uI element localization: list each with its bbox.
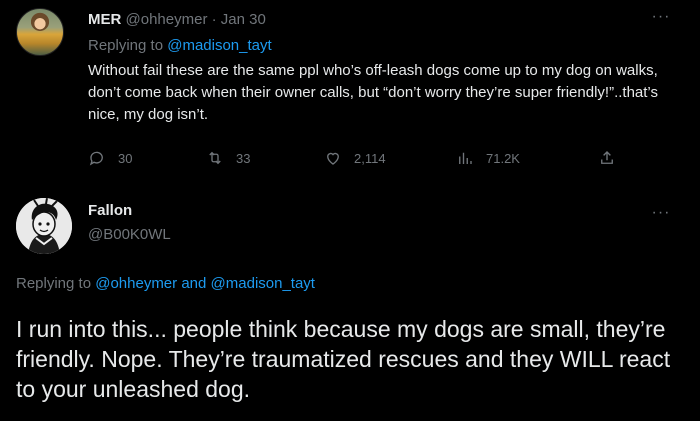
like-button[interactable]: 2,114 xyxy=(324,146,386,170)
reply-icon xyxy=(89,151,103,166)
reply-count: 30 xyxy=(118,150,133,166)
more-horizontal-icon[interactable]: ··· xyxy=(650,205,672,224)
analytics-icon xyxy=(459,152,472,164)
retweet-count: 33 xyxy=(236,150,251,166)
tweet-date[interactable]: Jan 30 xyxy=(221,11,266,28)
like-count: 2,114 xyxy=(354,150,386,166)
avatar[interactable] xyxy=(16,198,72,254)
tweet-header: MER @ohheymer · Jan 30 xyxy=(88,10,266,30)
more-horizontal-icon[interactable]: ··· xyxy=(650,9,672,28)
heart-icon xyxy=(327,152,339,165)
avatar[interactable] xyxy=(16,8,64,56)
replying-to-link-1[interactable]: @ohheymer xyxy=(95,275,177,292)
author-handle[interactable]: @ohheymer xyxy=(126,11,208,28)
replying-label: Replying to xyxy=(88,37,168,54)
tweet-actions: 30 33 2,114 71.2K xyxy=(88,146,628,170)
tweet-text: I run into this... people think because … xyxy=(16,316,671,402)
share-icon xyxy=(601,151,613,164)
views-button[interactable]: 71.2K xyxy=(456,146,520,170)
views-count: 71.2K xyxy=(486,150,520,166)
author-handle[interactable]: @B00K0WL xyxy=(88,226,171,243)
separator-dot: · xyxy=(207,11,221,28)
replying-to: Replying to @madison_tayt xyxy=(88,36,272,56)
replying-label: Replying to xyxy=(16,275,96,292)
tweet-text: Without fail these are the same ppl who’… xyxy=(88,62,658,123)
share-button[interactable] xyxy=(598,146,628,170)
author-name[interactable]: MER xyxy=(88,11,121,28)
replying-to-link-2[interactable]: @madison_tayt xyxy=(211,275,315,292)
reply-button[interactable]: 30 xyxy=(88,146,132,170)
illustrated-portrait-icon xyxy=(16,198,72,254)
retweet-button[interactable]: 33 xyxy=(206,146,250,170)
replying-to-link[interactable]: @madison_tayt xyxy=(167,37,271,54)
tweet-mer[interactable]: MER @ohheymer · Jan 30 ··· Replying to @… xyxy=(0,0,700,185)
replying-and: and xyxy=(177,275,211,292)
replying-to: Replying to @ohheymer and @madison_tayt xyxy=(16,274,315,294)
retweet-icon xyxy=(209,151,221,165)
author-name[interactable]: Fallon xyxy=(88,202,132,219)
tweet-fallon[interactable]: Fallon @B00K0WL ··· Replying to @ohheyme… xyxy=(0,190,700,421)
